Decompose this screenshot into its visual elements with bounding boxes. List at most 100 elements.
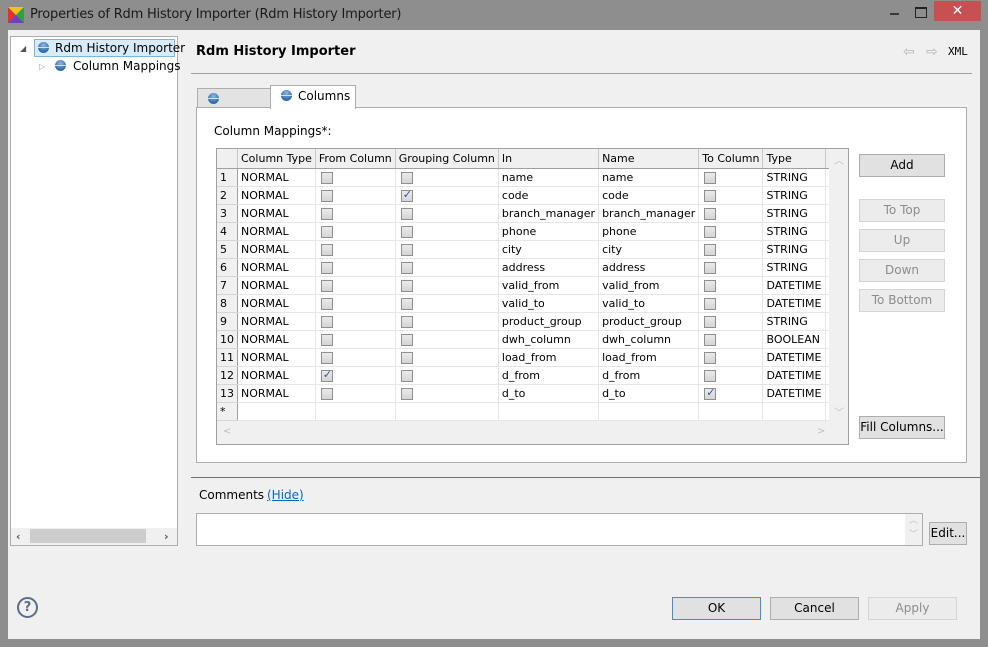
- in-cell[interactable]: name: [498, 168, 600, 187]
- in-cell[interactable]: branch_manager: [498, 204, 600, 223]
- down-button[interactable]: Down: [859, 259, 945, 282]
- column-type-cell[interactable]: NORMAL: [237, 168, 316, 187]
- column-type-cell[interactable]: NORMAL: [237, 258, 316, 277]
- header-grouping-column[interactable]: Grouping Column: [395, 149, 499, 169]
- table-row[interactable]: 12NORMAL d_fromd_from DATETIME: [217, 366, 829, 385]
- header-column-type[interactable]: Column Type: [237, 149, 316, 169]
- scroll-right-icon[interactable]: >: [817, 426, 825, 437]
- column-type-cell[interactable]: NORMAL: [237, 204, 316, 223]
- name-cell[interactable]: d_to: [598, 384, 700, 403]
- close-button[interactable]: ✕: [934, 1, 981, 21]
- scroll-up-icon[interactable]: ︿: [905, 514, 922, 528]
- forward-arrow-icon[interactable]: ⇨: [926, 44, 938, 60]
- type-cell[interactable]: DATETIME: [762, 348, 826, 367]
- type-cell[interactable]: DATETIME: [762, 366, 826, 385]
- in-cell[interactable]: d_to: [498, 384, 600, 403]
- from-column-checkbox[interactable]: [320, 171, 333, 184]
- table-row[interactable]: 9 NORMAL product_group product_group STRING: [217, 312, 829, 331]
- type-cell[interactable]: STRING: [762, 312, 826, 331]
- type-cell[interactable]: DATETIME: [762, 294, 826, 313]
- tree-item-column-mappings[interactable]: Column Mappings: [55, 58, 181, 76]
- type-cell[interactable]: STRING: [762, 186, 826, 205]
- tree-horizontal-scrollbar[interactable]: ‹ ›: [11, 528, 177, 545]
- in-cell[interactable]: address: [498, 258, 600, 277]
- column-type-cell[interactable]: NORMAL: [237, 186, 316, 205]
- to-bottom-button[interactable]: To Bottom: [859, 289, 945, 312]
- in-cell[interactable]: code: [498, 186, 600, 205]
- table-row[interactable]: 13NORMAL d_tod_to DATETIME: [217, 384, 829, 403]
- grouping-column-checkbox[interactable]: [400, 369, 413, 382]
- column-type-cell[interactable]: NORMAL: [237, 312, 316, 331]
- scroll-down-icon[interactable]: ﹀: [834, 404, 844, 419]
- name-cell[interactable]: name: [598, 168, 700, 187]
- name-cell[interactable]: dwh_column: [598, 330, 700, 349]
- from-column-checkbox[interactable]: [320, 297, 333, 310]
- new-row[interactable]: *: [217, 402, 829, 421]
- table-row[interactable]: 6 NORMAL address address STRING: [217, 258, 829, 277]
- name-cell[interactable]: city: [598, 240, 700, 259]
- type-cell[interactable]: BOOLEAN: [762, 330, 826, 349]
- to-column-checkbox[interactable]: [704, 297, 717, 310]
- in-cell[interactable]: product_group: [498, 312, 600, 331]
- in-cell[interactable]: valid_from: [498, 276, 600, 295]
- type-cell[interactable]: DATETIME: [762, 384, 826, 403]
- type-cell[interactable]: STRING: [762, 258, 826, 277]
- empty-cell[interactable]: [237, 402, 316, 421]
- in-cell[interactable]: city: [498, 240, 600, 259]
- table-row[interactable]: 3 NORMAL branch_manager branch_manager STRIN…: [217, 204, 829, 223]
- from-column-checkbox[interactable]: [320, 279, 333, 292]
- scroll-up-icon[interactable]: ︿: [834, 152, 844, 167]
- empty-cell[interactable]: [598, 402, 700, 421]
- to-column-checkbox[interactable]: [704, 189, 717, 202]
- column-type-cell[interactable]: NORMAL: [237, 384, 316, 403]
- table-row[interactable]: 2NORMAL codecode STRING: [217, 186, 829, 205]
- name-cell[interactable]: address: [598, 258, 700, 277]
- to-column-checkbox[interactable]: [704, 369, 717, 382]
- up-button[interactable]: Up: [859, 229, 945, 252]
- help-icon[interactable]: ?: [17, 597, 38, 618]
- to-column-checkbox[interactable]: [704, 279, 717, 292]
- grouping-column-checkbox[interactable]: [400, 387, 413, 400]
- apply-button[interactable]: Apply: [868, 597, 957, 620]
- table-row[interactable]: 1 NORMAL name name STRING: [217, 168, 829, 187]
- grouping-column-checkbox[interactable]: [400, 207, 413, 220]
- header-from-column[interactable]: From Column: [315, 149, 396, 169]
- name-cell[interactable]: branch_manager: [598, 204, 700, 223]
- header-to-column[interactable]: To Column: [698, 149, 764, 169]
- header-type[interactable]: Type: [762, 149, 826, 169]
- type-cell[interactable]: STRING: [762, 204, 826, 223]
- back-arrow-icon[interactable]: ⇦: [903, 44, 915, 60]
- from-column-checkbox[interactable]: [320, 207, 333, 220]
- type-cell[interactable]: STRING: [762, 168, 826, 187]
- column-type-cell[interactable]: NORMAL: [237, 222, 316, 241]
- from-column-checkbox[interactable]: [320, 368, 333, 382]
- collapsed-arrow-icon[interactable]: ▷: [39, 62, 45, 71]
- in-cell[interactable]: d_from: [498, 366, 600, 385]
- edit-comments-button[interactable]: Edit...: [929, 522, 967, 545]
- name-cell[interactable]: product_group: [598, 312, 700, 331]
- name-cell[interactable]: valid_from: [598, 276, 700, 295]
- expanded-arrow-icon[interactable]: ◢: [20, 44, 26, 53]
- in-cell[interactable]: dwh_column: [498, 330, 600, 349]
- grouping-column-checkbox[interactable]: [400, 261, 413, 274]
- from-column-checkbox[interactable]: [320, 189, 333, 202]
- comments-textarea[interactable]: ︿ ﹀: [196, 513, 923, 546]
- column-type-cell[interactable]: NORMAL: [237, 366, 316, 385]
- to-column-checkbox[interactable]: [704, 261, 717, 274]
- column-type-cell[interactable]: NORMAL: [237, 240, 316, 259]
- table-row[interactable]: 11 NORMAL load_from load_from DATETIME: [217, 348, 829, 367]
- table-row[interactable]: 4 NORMAL phone phone STRING: [217, 222, 829, 241]
- grouping-column-checkbox[interactable]: [400, 351, 413, 364]
- to-column-checkbox[interactable]: [704, 386, 717, 400]
- from-column-checkbox[interactable]: [320, 333, 333, 346]
- name-cell[interactable]: d_from: [598, 366, 700, 385]
- to-top-button[interactable]: To Top: [859, 199, 945, 222]
- column-type-cell[interactable]: NORMAL: [237, 330, 316, 349]
- grouping-column-checkbox[interactable]: [400, 225, 413, 238]
- type-cell[interactable]: DATETIME: [762, 276, 826, 295]
- add-button[interactable]: Add: [859, 154, 945, 177]
- ok-button[interactable]: OK: [672, 597, 761, 620]
- column-type-cell[interactable]: NORMAL: [237, 348, 316, 367]
- in-cell[interactable]: phone: [498, 222, 600, 241]
- from-column-checkbox[interactable]: [320, 225, 333, 238]
